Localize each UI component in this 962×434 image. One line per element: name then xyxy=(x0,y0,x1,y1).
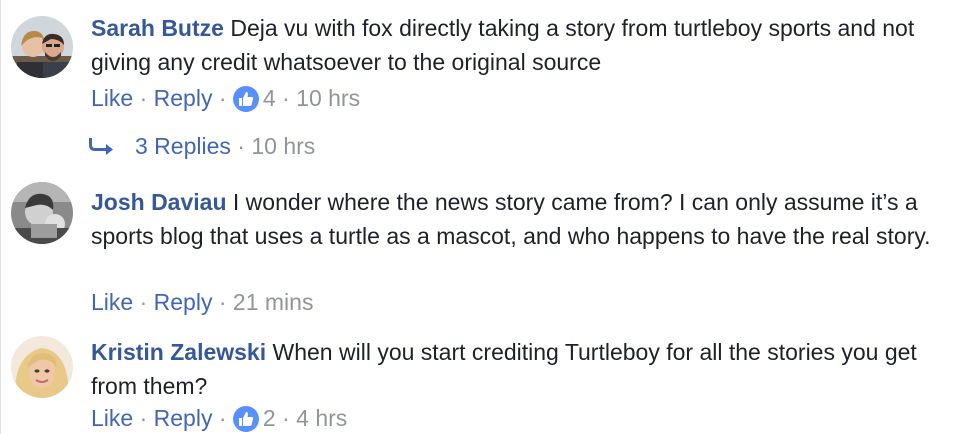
like-link[interactable]: Like xyxy=(91,289,133,315)
separator: · xyxy=(218,405,227,431)
comment-body: Josh Daviau I wonder where the news stor… xyxy=(91,185,951,253)
replies-timestamp[interactable]: 10 hrs xyxy=(251,133,315,159)
reply-link[interactable]: Reply xyxy=(154,85,213,111)
comment-body: Kristin Zalewski When will you start cre… xyxy=(91,335,951,403)
thumbs-up-icon[interactable] xyxy=(232,406,259,432)
avatar[interactable] xyxy=(11,336,73,398)
like-link[interactable]: Like xyxy=(91,405,133,431)
separator: · xyxy=(218,289,227,315)
comment-author[interactable]: Josh Daviau xyxy=(91,189,227,215)
comment-actions: Like · Reply · 4 · 10 hrs xyxy=(91,81,360,115)
separator: · xyxy=(139,85,148,111)
comment-actions: Like · Reply · 2 · 4 hrs xyxy=(91,401,347,434)
comments-section: Sarah Butze Deja vu with fox directly ta… xyxy=(0,0,962,434)
separator: · xyxy=(139,405,148,431)
reply-link[interactable]: Reply xyxy=(154,289,213,315)
separator: · xyxy=(139,289,148,315)
avatar[interactable] xyxy=(11,182,73,244)
timestamp[interactable]: 10 hrs xyxy=(296,85,360,111)
separator: · xyxy=(282,85,290,111)
comment-author[interactable]: Kristin Zalewski xyxy=(91,339,266,365)
separator: · xyxy=(282,405,290,431)
separator: · xyxy=(218,85,227,111)
reaction-count[interactable]: 4 xyxy=(263,85,276,111)
replies-link[interactable]: 3 Replies xyxy=(135,133,231,159)
reaction-count[interactable]: 2 xyxy=(263,405,276,431)
timestamp[interactable]: 21 mins xyxy=(233,289,314,315)
thumbs-up-icon[interactable] xyxy=(232,86,259,112)
avatar[interactable] xyxy=(11,16,73,78)
comment-author[interactable]: Sarah Butze xyxy=(91,15,224,41)
reply-arrow-icon xyxy=(89,131,115,155)
comment-actions: Like · Reply · 21 mins xyxy=(91,285,313,319)
reply-link[interactable]: Reply xyxy=(154,405,213,431)
separator: · xyxy=(237,133,245,159)
like-link[interactable]: Like xyxy=(91,85,133,111)
comment-body: Sarah Butze Deja vu with fox directly ta… xyxy=(91,11,951,79)
view-replies[interactable]: 3 Replies · 10 hrs xyxy=(89,129,315,163)
timestamp[interactable]: 4 hrs xyxy=(296,405,347,431)
